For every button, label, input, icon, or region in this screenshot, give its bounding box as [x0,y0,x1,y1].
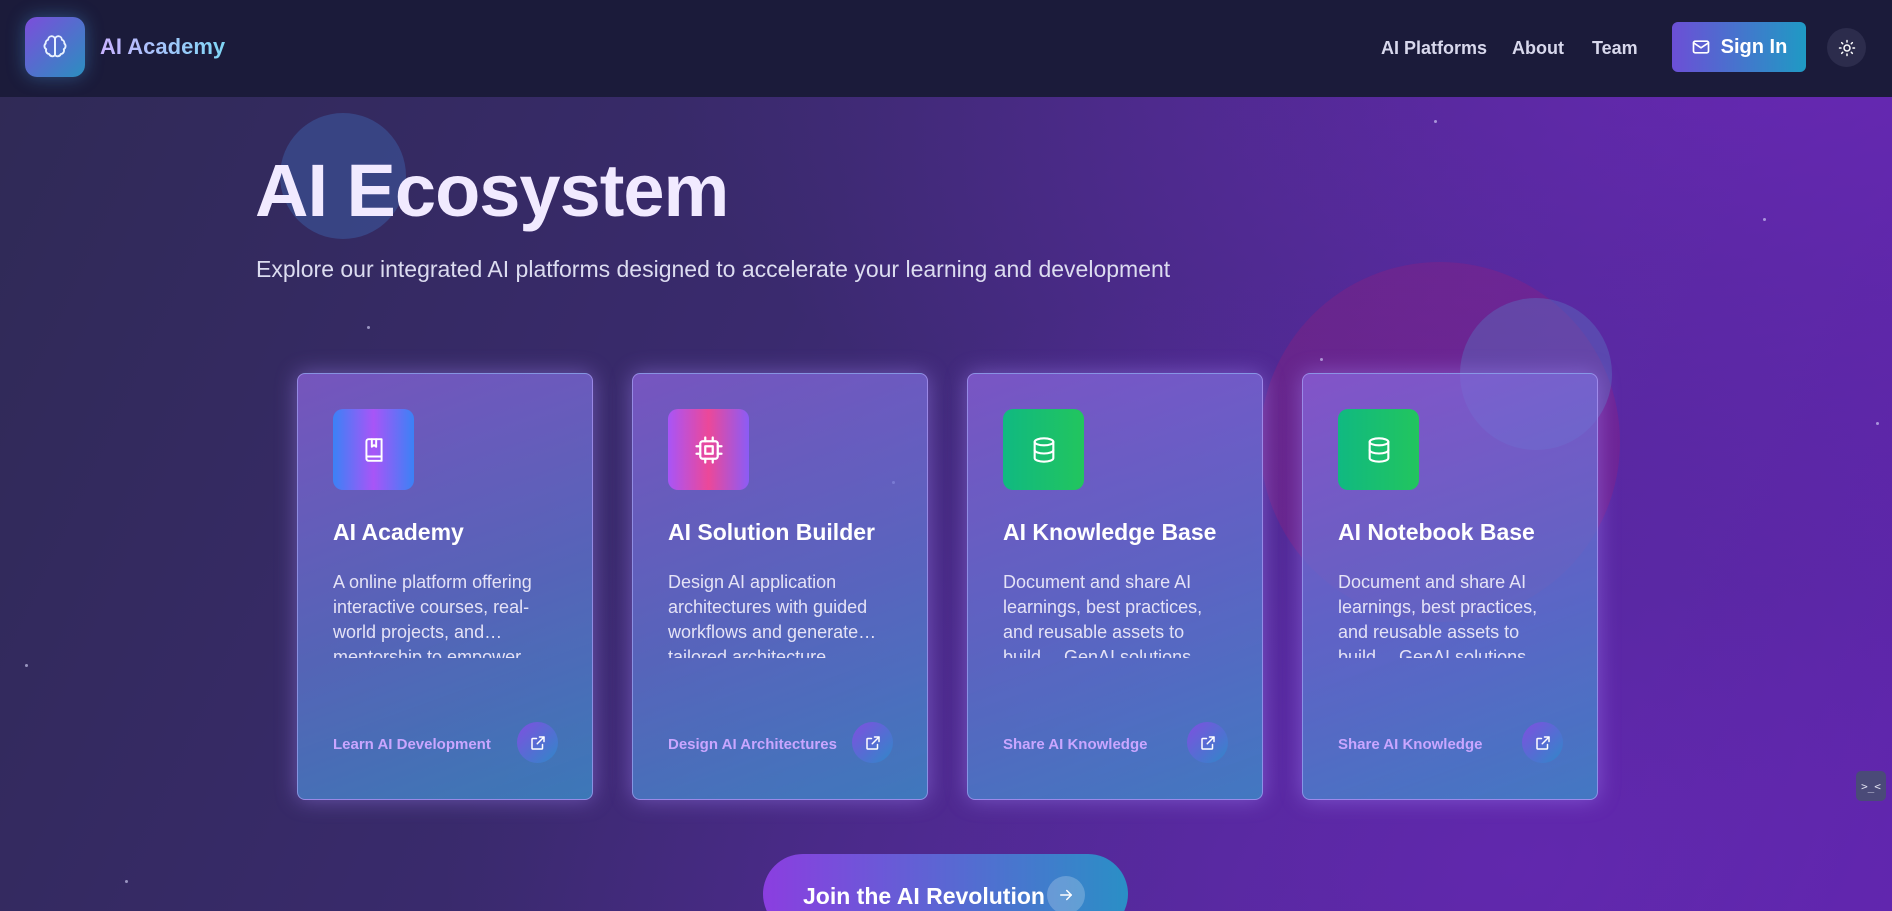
database-icon [1338,409,1419,490]
card-description: A online platform offering interactive c… [333,572,532,658]
star [125,880,128,883]
external-link-icon[interactable] [1522,722,1563,763]
card-title: AI Knowledge Base [1003,519,1217,545]
platform-card-ai-knowledge-base[interactable]: AI Knowledge Base Document and share AI … [967,373,1263,800]
external-link-icon[interactable] [517,722,558,763]
join-revolution-button[interactable]: Join the AI Revolution [763,854,1128,911]
cpu-icon [668,409,749,490]
arrow-right-icon [1047,876,1085,911]
sign-in-label: Sign In [1720,35,1788,58]
cta-label: Join the AI Revolution [803,883,1045,909]
card-title: AI Academy [333,519,464,545]
card-description: Document and share AI learnings, best pr… [1003,572,1203,658]
mail-icon [1691,37,1711,57]
card-description: Document and share AI learnings, best pr… [1338,572,1538,658]
nav-team[interactable]: Team [1592,38,1638,59]
star [1434,120,1437,123]
card-link[interactable]: Share AI Knowledge [1003,736,1147,753]
book-icon [333,409,414,490]
page-title: AI Ecosystem [255,149,729,232]
top-nav-bar: AI Academy AI Platforms About Team Sign … [0,0,1892,97]
page: AI Academy AI Platforms About Team Sign … [0,0,1892,911]
page-subtitle: Explore our integrated AI platforms desi… [256,256,1171,282]
platform-card-ai-academy[interactable]: AI Academy A online platform offering in… [297,373,593,800]
star [25,664,28,667]
platform-card-ai-solution-builder[interactable]: AI Solution Builder Design AI applicatio… [632,373,928,800]
brand-name[interactable]: AI Academy [100,34,225,60]
sun-icon[interactable] [1827,28,1866,67]
star [1763,218,1766,221]
nav-ai-platforms[interactable]: AI Platforms [1381,38,1487,59]
platform-card-ai-notebook-base[interactable]: AI Notebook Base Document and share AI l… [1302,373,1598,800]
card-link[interactable]: Share AI Knowledge [1338,736,1482,753]
star [367,326,370,329]
database-icon [1003,409,1084,490]
card-title: AI Notebook Base [1338,519,1535,545]
external-link-icon[interactable] [1187,722,1228,763]
sign-in-button[interactable]: Sign In [1672,22,1806,72]
brain-icon[interactable] [25,17,85,77]
card-link[interactable]: Design AI Architectures [668,736,837,753]
star [1320,358,1323,361]
card-title: AI Solution Builder [668,519,875,545]
card-link[interactable]: Learn AI Development [333,736,491,753]
card-description: Design AI application architectures with… [668,572,877,658]
nav-about[interactable]: About [1512,38,1564,59]
feedback-widget[interactable]: >_< [1856,771,1886,801]
star [1876,422,1879,425]
external-link-icon[interactable] [852,722,893,763]
